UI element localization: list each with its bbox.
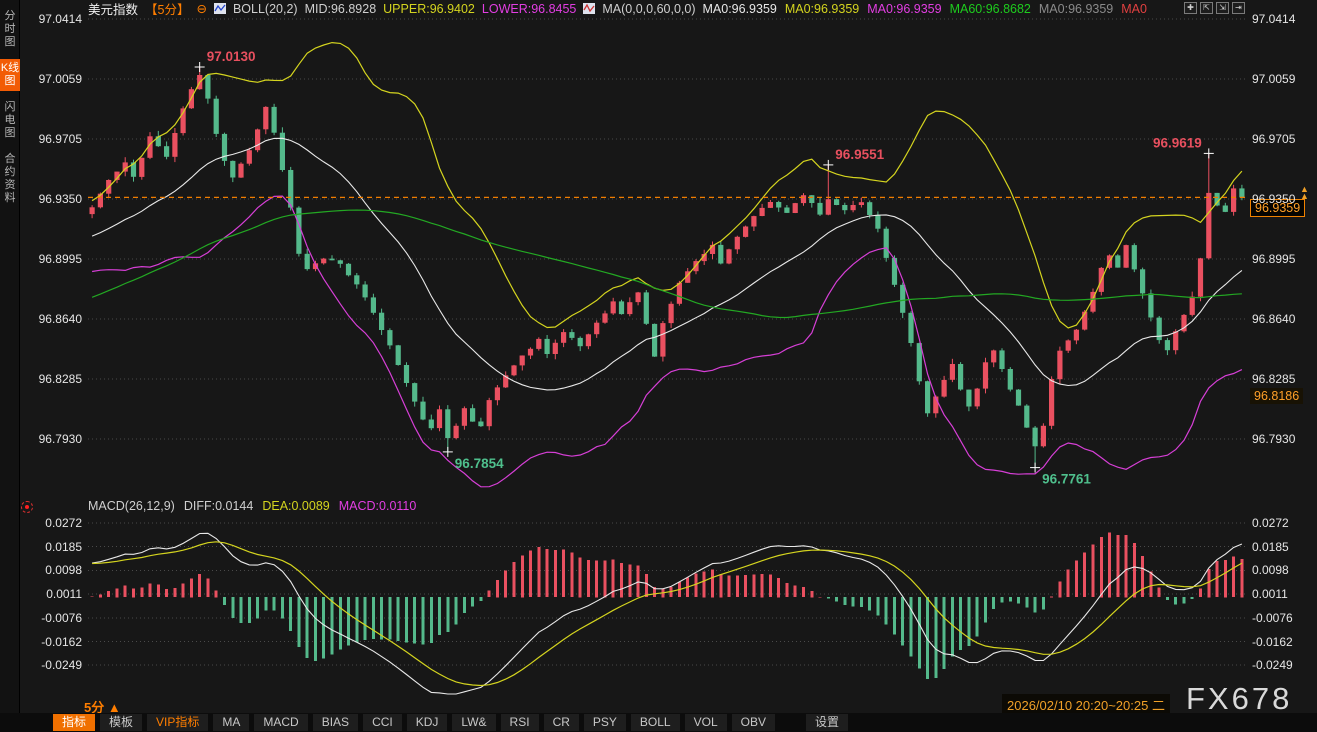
macd-dea-value: DEA:0.0089 [262, 499, 329, 513]
tab-obv[interactable]: OBV [732, 714, 775, 731]
svg-text:97.0130: 97.0130 [207, 49, 256, 64]
indicator-toolbar: 指标模板 VIP指标 MA MACD BIAS CCI KDJLW&RSI CR PSY BOLL… [0, 713, 1317, 732]
tab-vip-indicator[interactable]: VIP指标 [147, 714, 208, 731]
trading-terminal: 分时图K线图闪电图合约资料 美元指数 【5分】 ⊖ BOLL(20,2) MID… [0, 0, 1317, 732]
svg-text:96.7854: 96.7854 [455, 456, 504, 471]
svg-text:96.9619: 96.9619 [1153, 135, 1202, 150]
macd-diff-value: DIFF:0.0144 [184, 499, 253, 513]
ma60-line [92, 210, 1242, 317]
brand-watermark: FX678 [1186, 681, 1292, 717]
svg-text:96.9551: 96.9551 [835, 147, 884, 162]
tab-template[interactable]: 模板 [100, 714, 142, 731]
tab-indicator[interactable]: 指标 [53, 714, 95, 731]
tab-boll[interactable]: BOLL [631, 714, 680, 731]
tab-psy[interactable]: PSY [584, 714, 626, 731]
grid-lines [88, 19, 1246, 665]
tab-settings[interactable]: 设置 [806, 714, 848, 731]
tab-rsi[interactable]: RSI [501, 714, 539, 731]
boll-upper-line [92, 43, 1242, 328]
bar-timestamp: 2026/02/10 20:20~20:25 二 [1002, 694, 1170, 715]
live-indicator-icon [21, 501, 33, 513]
boll-mid-line [92, 138, 1242, 390]
svg-text:96.7761: 96.7761 [1042, 472, 1091, 487]
tab-lw[interactable]: LW& [452, 714, 495, 731]
macd-diff-line [92, 533, 1242, 694]
tab-cci[interactable]: CCI [363, 714, 402, 731]
tab-bias[interactable]: BIAS [313, 714, 358, 731]
macd-histogram [91, 532, 1244, 679]
tab-ma[interactable]: MA [213, 714, 249, 731]
macd-params-label: MACD(26,12,9) [88, 499, 175, 513]
tab-vol[interactable]: VOL [685, 714, 727, 731]
kline-macd-chart[interactable]: 97.0130 96.7854 96.9551 96.7761 96.9619 [0, 0, 1317, 732]
tab-kdj[interactable]: KDJ [407, 714, 448, 731]
macd-header: MACD(26,12,9) DIFF:0.0144 DEA:0.0089 MAC… [88, 499, 416, 513]
macd-macd-value: MACD:0.0110 [339, 499, 417, 513]
tab-cr[interactable]: CR [544, 714, 579, 731]
tab-macd[interactable]: MACD [254, 714, 307, 731]
candlestick-layer [90, 67, 1245, 468]
